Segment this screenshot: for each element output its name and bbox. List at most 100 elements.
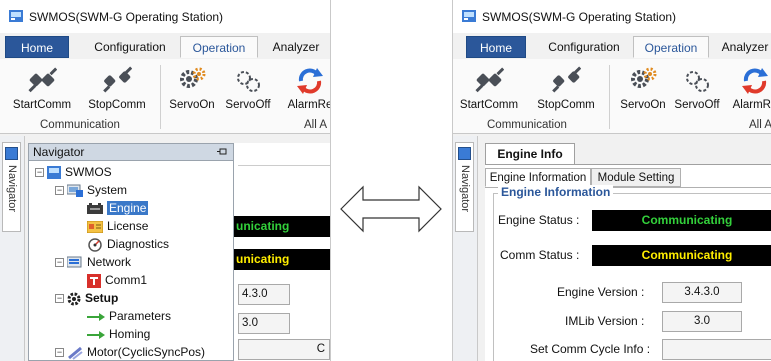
navigator-side-tab[interactable]: Navigator <box>2 142 21 232</box>
comm-status-label: Comm Status : <box>500 248 580 262</box>
arrow-icon <box>87 312 105 321</box>
tab-engine-info[interactable]: Engine Info <box>485 143 575 164</box>
diagnostics-icon <box>88 238 102 252</box>
start-comm-button[interactable]: StartComm <box>459 65 519 111</box>
plug-connect-icon <box>475 67 504 93</box>
tab-operation[interactable]: Operation <box>180 36 258 58</box>
expander-system[interactable]: − <box>55 186 64 195</box>
alarm-reset-icon <box>297 68 323 94</box>
group-title: Engine Information <box>498 185 614 199</box>
tree-label-network: Network <box>87 255 132 269</box>
gear-on-icon <box>631 67 657 88</box>
network-icon <box>67 256 82 268</box>
alarm-reset-button[interactable]: AlarmRe <box>282 65 330 111</box>
tree-item-diagnostics[interactable]: Diagnostics <box>87 236 169 253</box>
servo-off-label: ServoOff <box>225 99 271 111</box>
tree-item-system[interactable]: System <box>67 182 127 199</box>
navigator-title: Navigator <box>33 145 85 159</box>
tree-item-comm1[interactable]: Comm1 <box>87 272 147 289</box>
plug-disconnect-icon <box>552 66 581 93</box>
tab-home[interactable]: Home <box>5 36 69 58</box>
divider <box>238 165 330 166</box>
tree-item-network[interactable]: Network <box>67 254 131 271</box>
imlib-version-label: IMLib Version : <box>565 314 645 328</box>
setup-gear-icon <box>67 292 81 306</box>
double-arrow-icon <box>340 185 442 233</box>
servo-off-button[interactable]: ServoOff <box>669 65 725 111</box>
servo-on-button[interactable]: ServoOn <box>166 65 218 111</box>
tree-label-system: System <box>87 183 128 197</box>
tab-configuration[interactable]: Configuration <box>84 36 176 58</box>
navigator-mini-icon <box>5 147 18 160</box>
tree-item-motor[interactable]: Motor(CyclicSyncPos) <box>67 344 205 361</box>
comm-cycle-value: C <box>662 339 771 360</box>
tree-label-motor: Motor(CyclicSyncPos) <box>87 345 206 359</box>
tree-label-parameters: Parameters <box>109 309 172 323</box>
expander-swmos[interactable]: − <box>35 168 44 177</box>
alarm-reset-label: AlarmRe <box>732 99 771 111</box>
tree-label-swmos: SWMOS <box>65 165 112 179</box>
servo-on-button[interactable]: ServoOn <box>617 65 669 111</box>
engine-status-value: Communicating <box>592 210 771 231</box>
tree-label-homing: Homing <box>109 327 151 341</box>
navigator-mini-icon <box>458 147 471 160</box>
alarm-reset-button[interactable]: AlarmRe <box>727 65 771 111</box>
ribbon-tabs: Home Configuration Operation Analyzer <box>0 33 330 60</box>
tree-item-swmos[interactable]: SWMOS <box>47 164 112 181</box>
title-bar: SWMOS(SWM-G Operating Station) <box>0 0 330 33</box>
tree-item-setup[interactable]: Setup <box>67 290 118 307</box>
swmos-icon <box>47 166 61 180</box>
ribbon-separator <box>160 65 161 129</box>
navigator-side-tab-label: Navigator <box>459 165 471 213</box>
servo-on-label: ServoOn <box>620 99 666 111</box>
tree-label-diagnostics: Diagnostics <box>107 237 170 251</box>
pin-icon[interactable] <box>217 148 227 155</box>
tree-item-license[interactable]: License <box>87 218 148 235</box>
motor-icon <box>68 346 83 360</box>
bg-comm-status: unicating <box>234 249 330 270</box>
tab-analyzer[interactable]: Analyzer <box>266 36 326 58</box>
bg-engine-status: unicating <box>234 216 330 237</box>
servo-off-button[interactable]: ServoOff <box>220 65 276 111</box>
expander-motor[interactable]: − <box>55 348 64 357</box>
window-title: SWMOS(SWM-G Operating Station) <box>29 10 224 24</box>
tab-home[interactable]: Home <box>466 36 526 58</box>
expander-setup[interactable]: − <box>55 294 64 303</box>
engine-version-label: Engine Version : <box>557 285 645 299</box>
tree-item-engine[interactable]: Engine <box>87 200 149 217</box>
tab-operation[interactable]: Operation <box>633 36 709 58</box>
tree-label-setup: Setup <box>85 291 119 305</box>
start-comm-label: StartComm <box>12 99 72 111</box>
group-communication-label: Communication <box>487 119 567 131</box>
group-all-label: All A <box>304 119 328 131</box>
servo-on-label: ServoOn <box>169 99 215 111</box>
group-all-label: All A <box>749 119 771 131</box>
start-comm-button[interactable]: StartComm <box>12 65 72 111</box>
tab-analyzer[interactable]: Analyzer <box>715 36 771 58</box>
left-window: SWMOS(SWM-G Operating Station) Home Conf… <box>0 0 331 361</box>
right-window: SWMOS(SWM-G Operating Station) Home Conf… <box>452 0 771 361</box>
navigator-side-tab[interactable]: Navigator <box>455 142 474 232</box>
tree-item-homing[interactable]: Homing <box>87 326 150 343</box>
title-bar: SWMOS(SWM-G Operating Station) <box>453 0 771 33</box>
stop-comm-button[interactable]: StopComm <box>533 65 599 111</box>
ribbon: StartComm StopComm Communication ServoOn… <box>0 59 330 134</box>
ribbon: StartComm StopComm Communication ServoOn… <box>453 59 771 134</box>
bg-engine-version: 4.3.0 <box>238 284 290 305</box>
group-communication-label: Communication <box>40 119 120 131</box>
side-dock-strip: Navigator <box>453 136 478 361</box>
ribbon-separator <box>609 65 610 129</box>
tree-label-comm1: Comm1 <box>105 273 148 287</box>
side-dock-strip: Navigator <box>0 136 25 361</box>
engine-version-value: 3.4.3.0 <box>662 282 742 303</box>
window-title: SWMOS(SWM-G Operating Station) <box>482 10 677 24</box>
engine-status-label: Engine Status : <box>498 213 580 227</box>
tree-label-license: License <box>107 219 149 233</box>
stop-comm-button[interactable]: StopComm <box>84 65 150 111</box>
expander-network[interactable]: − <box>55 258 64 267</box>
stop-comm-label: StopComm <box>537 99 595 111</box>
tree-item-parameters[interactable]: Parameters <box>87 308 171 325</box>
gear-on-icon <box>180 67 206 88</box>
alarm-reset-icon <box>742 68 768 94</box>
tab-configuration[interactable]: Configuration <box>539 36 629 58</box>
